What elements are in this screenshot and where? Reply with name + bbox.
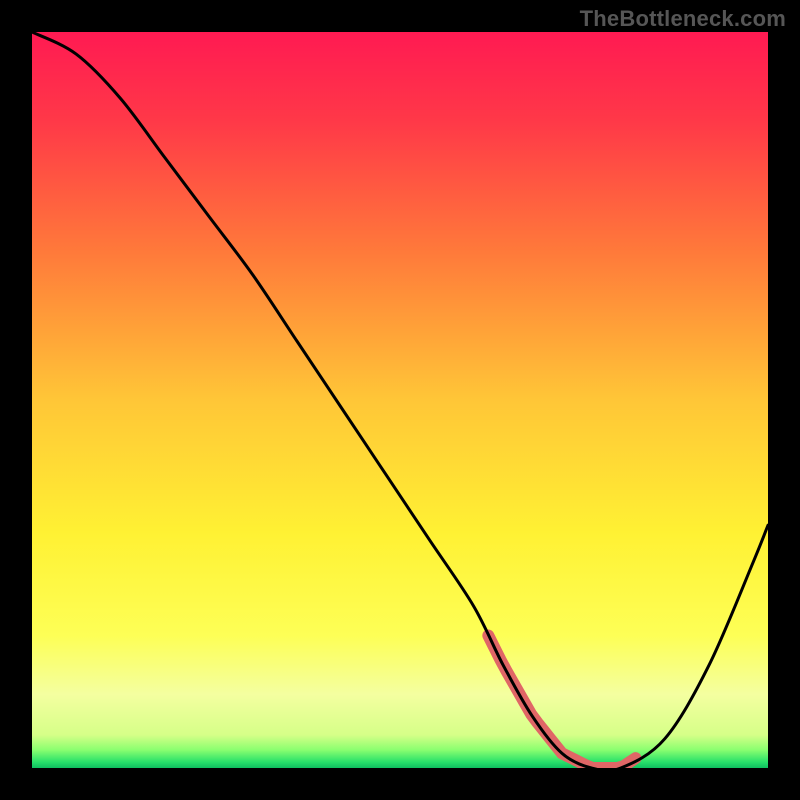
gradient-background <box>32 32 768 768</box>
watermark-text: TheBottleneck.com <box>580 6 786 32</box>
plot-area <box>32 32 768 768</box>
chart-svg <box>32 32 768 768</box>
chart-frame: TheBottleneck.com <box>0 0 800 800</box>
